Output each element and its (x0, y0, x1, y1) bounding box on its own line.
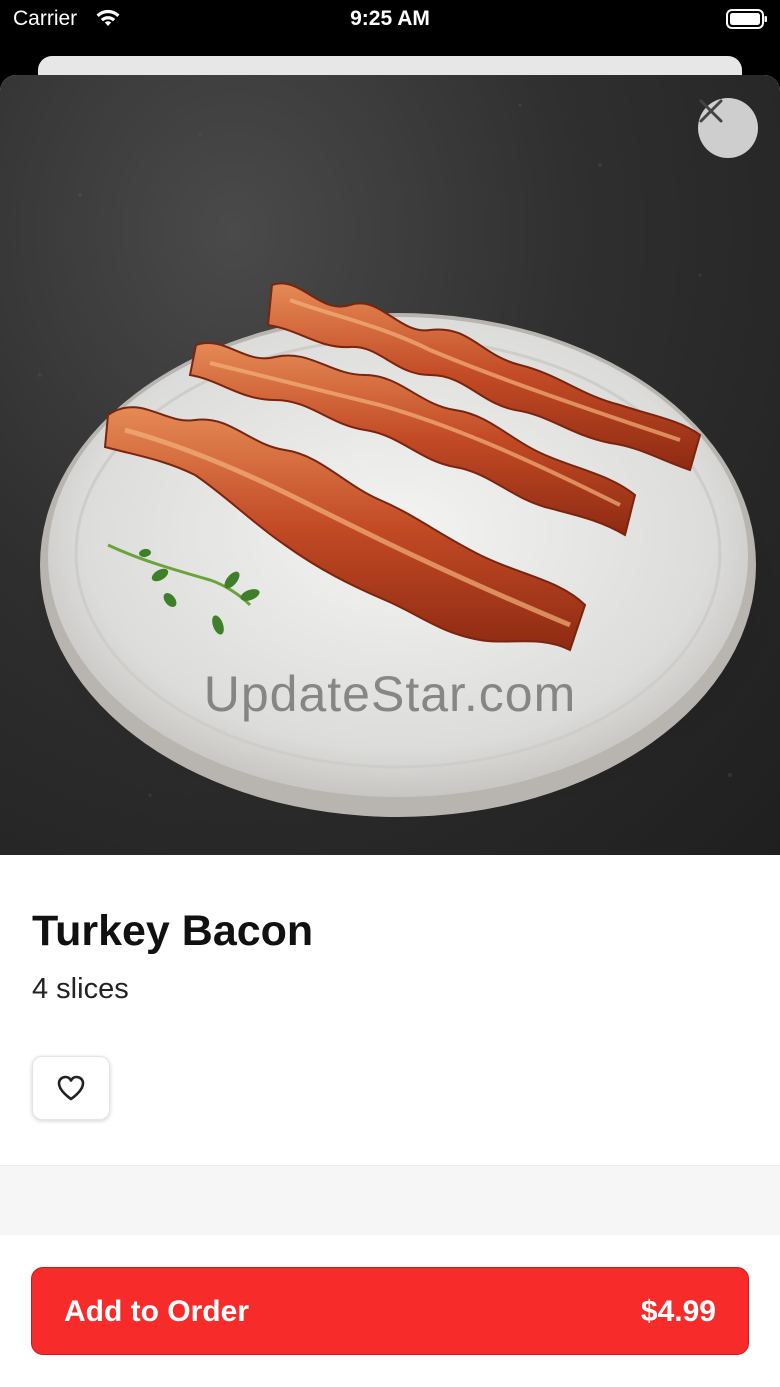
bottom-bar: Add to Order $4.99 (0, 1235, 780, 1387)
status-time: 9:25 AM (350, 7, 430, 30)
watermark: UpdateStar.com (203, 666, 577, 722)
close-button[interactable] (698, 98, 758, 158)
item-photo: UpdateStar.com (0, 75, 780, 855)
item-detail-modal: UpdateStar.com Turkey Bacon 4 slices Add… (0, 75, 780, 1387)
favorite-button[interactable] (32, 1056, 110, 1120)
add-to-order-button[interactable]: Add to Order $4.99 (31, 1267, 749, 1355)
status-bar: Carrier 9:25 AM (0, 0, 780, 40)
heart-icon (57, 1075, 85, 1101)
bacon-plate-illustration (25, 103, 780, 825)
close-icon (699, 99, 723, 123)
item-subtitle: 4 slices (32, 973, 129, 1005)
price-label: $4.99 (640, 1295, 716, 1328)
add-to-order-label: Add to Order (64, 1295, 249, 1328)
battery-icon (726, 9, 767, 29)
item-title: Turkey Bacon (32, 907, 314, 955)
section-divider (0, 1165, 780, 1236)
